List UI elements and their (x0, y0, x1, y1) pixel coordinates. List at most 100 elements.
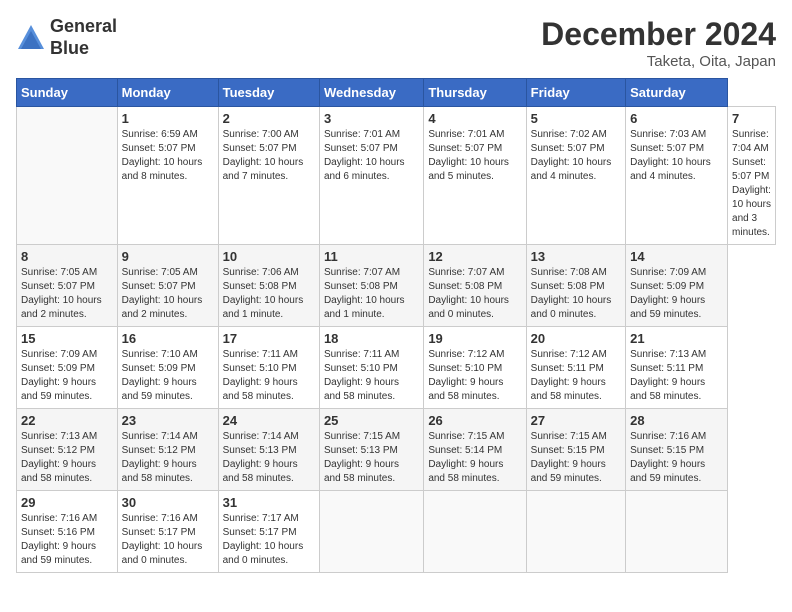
day-cell-19: 19Sunrise: 7:12 AM Sunset: 5:10 PM Dayli… (424, 327, 526, 409)
logo-line1: General (50, 16, 117, 38)
day-info: Sunrise: 7:15 AM Sunset: 5:15 PM Dayligh… (531, 430, 621, 486)
day-cell-28: 28Sunrise: 7:16 AM Sunset: 5:15 PM Dayli… (626, 409, 728, 491)
day-cell-17: 17 Sunrise: 7:11 AM Sunset: 5:10 PM Dayli… (218, 327, 319, 409)
day-number: 3 (324, 111, 419, 126)
day-number: 10 (223, 249, 315, 264)
day-cell-14: 14Sunrise: 7:09 AM Sunset: 5:09 PM Dayli… (626, 245, 728, 327)
day-number: 1 (122, 111, 214, 126)
day-cell-23: 23 Sunrise: 7:14 AM Sunset: 5:12 PM Dayli… (117, 409, 218, 491)
empty-cell (319, 491, 423, 573)
day-cell-9: 9Sunrise: 7:05 AM Sunset: 5:07 PM Daylig… (117, 245, 218, 327)
day-cell-8: 8Sunrise: 7:05 AM Sunset: 5:07 PM Daylig… (17, 245, 118, 327)
weekday-header-wednesday: Wednesday (319, 79, 423, 107)
day-cell-16: 16Sunrise: 7:10 AM Sunset: 5:09 PM Dayli… (117, 327, 218, 409)
weekday-header-thursday: Thursday (424, 79, 526, 107)
day-info: Sunrise: 7:07 AM Sunset: 5:08 PM Dayligh… (324, 266, 419, 322)
day-number: 20 (531, 331, 621, 346)
day-cell-3: 3 Sunrise: 7:01 AM Sunset: 5:07 PM Daylig… (319, 107, 423, 245)
day-number: 12 (428, 249, 521, 264)
logo-icon (16, 23, 46, 53)
day-number: 18 (324, 331, 419, 346)
weekday-header-tuesday: Tuesday (218, 79, 319, 107)
calendar-table: SundayMondayTuesdayWednesdayThursdayFrid… (16, 78, 776, 573)
calendar-body: 1 Sunrise: 6:59 AM Sunset: 5:07 PM Daylig… (17, 107, 776, 573)
calendar-week-2: 8 Sunrise: 7:05 AM Sunset: 5:07 PM Daylig… (17, 245, 776, 327)
day-number: 2 (223, 111, 315, 126)
day-number: 21 (630, 331, 723, 346)
day-cell-20: 20 Sunrise: 7:12 AM Sunset: 5:11 PM Dayli… (526, 327, 625, 409)
day-number: 19 (428, 331, 521, 346)
day-info: Sunrise: 6:59 AM Sunset: 5:07 PM Dayligh… (122, 128, 214, 184)
day-number: 4 (428, 111, 521, 126)
title-block: December 2024 Taketa, Oita, Japan (541, 16, 776, 70)
day-cell-26: 26 Sunrise: 7:15 AM Sunset: 5:14 PM Dayli… (424, 409, 526, 491)
day-number: 15 (21, 331, 113, 346)
day-info: Sunrise: 7:02 AM Sunset: 5:07 PM Dayligh… (531, 128, 621, 184)
month-title: December 2024 (541, 16, 776, 53)
day-cell-5: 5 Sunrise: 7:02 AM Sunset: 5:07 PM Daylig… (526, 107, 625, 245)
day-number: 26 (428, 413, 521, 428)
day-info: Sunrise: 7:08 AM Sunset: 5:08 PM Dayligh… (531, 266, 621, 322)
day-number: 29 (21, 495, 113, 510)
weekday-header-saturday: Saturday (626, 79, 728, 107)
day-info: Sunrise: 7:13 AM Sunset: 5:11 PM Dayligh… (630, 348, 723, 404)
day-info: Sunrise: 7:11 AM Sunset: 5:10 PM Dayligh… (324, 348, 419, 404)
day-info: Sunrise: 7:14 AM Sunset: 5:12 PM Dayligh… (122, 430, 214, 486)
day-info: Sunrise: 7:07 AM Sunset: 5:08 PM Dayligh… (428, 266, 521, 322)
day-number: 17 (223, 331, 315, 346)
day-number: 30 (122, 495, 214, 510)
calendar-header: SundayMondayTuesdayWednesdayThursdayFrid… (17, 79, 776, 107)
day-info: Sunrise: 7:01 AM Sunset: 5:07 PM Dayligh… (324, 128, 419, 184)
day-info: Sunrise: 7:15 AM Sunset: 5:14 PM Dayligh… (428, 430, 521, 486)
day-info: Sunrise: 7:09 AM Sunset: 5:09 PM Dayligh… (21, 348, 113, 404)
day-cell-15: 15 Sunrise: 7:09 AM Sunset: 5:09 PM Dayli… (17, 327, 118, 409)
logo-line2: Blue (50, 38, 117, 60)
day-number: 25 (324, 413, 419, 428)
day-number: 11 (324, 249, 419, 264)
day-cell-13: 13 Sunrise: 7:08 AM Sunset: 5:08 PM Dayli… (526, 245, 625, 327)
day-cell-18: 18 Sunrise: 7:11 AM Sunset: 5:10 PM Dayli… (319, 327, 423, 409)
weekday-header-friday: Friday (526, 79, 625, 107)
logo: General Blue (16, 16, 117, 59)
calendar-week-1: 1 Sunrise: 6:59 AM Sunset: 5:07 PM Daylig… (17, 107, 776, 245)
day-number: 31 (223, 495, 315, 510)
day-cell-11: 11 Sunrise: 7:07 AM Sunset: 5:08 PM Dayli… (319, 245, 423, 327)
day-cell-30: 30 Sunrise: 7:16 AM Sunset: 5:17 PM Dayli… (117, 491, 218, 573)
day-info: Sunrise: 7:11 AM Sunset: 5:10 PM Dayligh… (223, 348, 315, 404)
logo-text: General Blue (50, 16, 117, 59)
day-number: 22 (21, 413, 113, 428)
page-header: General Blue December 2024 Taketa, Oita,… (16, 16, 776, 70)
day-cell-21: 21 Sunrise: 7:13 AM Sunset: 5:11 PM Dayli… (626, 327, 728, 409)
day-info: Sunrise: 7:00 AM Sunset: 5:07 PM Dayligh… (223, 128, 315, 184)
empty-cell (526, 491, 625, 573)
calendar-week-4: 22Sunrise: 7:13 AM Sunset: 5:12 PM Dayli… (17, 409, 776, 491)
day-cell-10: 10Sunrise: 7:06 AM Sunset: 5:08 PM Dayli… (218, 245, 319, 327)
day-cell-25: 25 Sunrise: 7:15 AM Sunset: 5:13 PM Dayli… (319, 409, 423, 491)
day-cell-7: 7 Sunrise: 7:04 AM Sunset: 5:07 PM Daylig… (728, 107, 776, 245)
day-number: 23 (122, 413, 214, 428)
day-cell-31: 31Sunrise: 7:17 AM Sunset: 5:17 PM Dayli… (218, 491, 319, 573)
day-number: 8 (21, 249, 113, 264)
day-info: Sunrise: 7:03 AM Sunset: 5:07 PM Dayligh… (630, 128, 723, 184)
day-info: Sunrise: 7:10 AM Sunset: 5:09 PM Dayligh… (122, 348, 214, 404)
empty-cell (626, 491, 728, 573)
day-number: 5 (531, 111, 621, 126)
day-info: Sunrise: 7:04 AM Sunset: 5:07 PM Dayligh… (732, 128, 771, 240)
day-number: 13 (531, 249, 621, 264)
empty-cell (17, 107, 118, 245)
empty-cell (424, 491, 526, 573)
calendar-week-5: 29Sunrise: 7:16 AM Sunset: 5:16 PM Dayli… (17, 491, 776, 573)
day-cell-24: 24Sunrise: 7:14 AM Sunset: 5:13 PM Dayli… (218, 409, 319, 491)
day-cell-29: 29Sunrise: 7:16 AM Sunset: 5:16 PM Dayli… (17, 491, 118, 573)
day-cell-6: 6Sunrise: 7:03 AM Sunset: 5:07 PM Daylig… (626, 107, 728, 245)
day-info: Sunrise: 7:15 AM Sunset: 5:13 PM Dayligh… (324, 430, 419, 486)
day-number: 27 (531, 413, 621, 428)
day-info: Sunrise: 7:12 AM Sunset: 5:11 PM Dayligh… (531, 348, 621, 404)
day-info: Sunrise: 7:16 AM Sunset: 5:17 PM Dayligh… (122, 512, 214, 568)
day-info: Sunrise: 7:05 AM Sunset: 5:07 PM Dayligh… (122, 266, 214, 322)
day-number: 7 (732, 111, 771, 126)
weekday-row: SundayMondayTuesdayWednesdayThursdayFrid… (17, 79, 776, 107)
day-info: Sunrise: 7:14 AM Sunset: 5:13 PM Dayligh… (223, 430, 315, 486)
day-info: Sunrise: 7:09 AM Sunset: 5:09 PM Dayligh… (630, 266, 723, 322)
day-cell-22: 22Sunrise: 7:13 AM Sunset: 5:12 PM Dayli… (17, 409, 118, 491)
